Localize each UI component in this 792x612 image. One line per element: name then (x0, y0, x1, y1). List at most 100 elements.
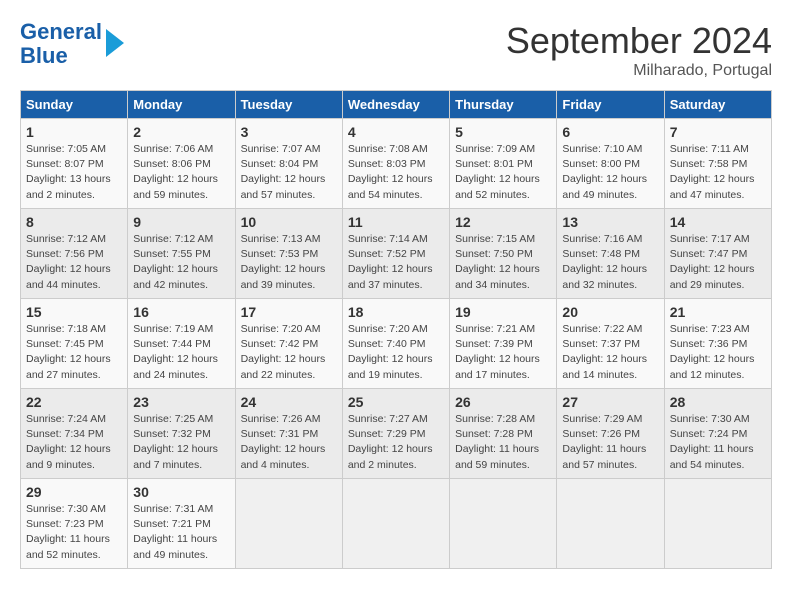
day-info: Sunrise: 7:12 AM Sunset: 7:55 PM Dayligh… (133, 232, 229, 293)
calendar-cell: 8 Sunrise: 7:12 AM Sunset: 7:56 PM Daylig… (21, 209, 128, 299)
day-number: 1 (26, 124, 122, 140)
page-title: September 2024 (506, 20, 772, 62)
calendar-body: 1 Sunrise: 7:05 AM Sunset: 8:07 PM Daylig… (21, 119, 772, 569)
calendar-header-row: SundayMondayTuesdayWednesdayThursdayFrid… (21, 91, 772, 119)
calendar-table: SundayMondayTuesdayWednesdayThursdayFrid… (20, 90, 772, 569)
day-number: 24 (241, 394, 337, 410)
calendar-cell (557, 479, 664, 569)
day-info: Sunrise: 7:30 AM Sunset: 7:24 PM Dayligh… (670, 412, 766, 473)
calendar-cell: 9 Sunrise: 7:12 AM Sunset: 7:55 PM Daylig… (128, 209, 235, 299)
calendar-header-cell: Saturday (664, 91, 771, 119)
day-info: Sunrise: 7:21 AM Sunset: 7:39 PM Dayligh… (455, 322, 551, 383)
calendar-cell: 15 Sunrise: 7:18 AM Sunset: 7:45 PM Dayli… (21, 299, 128, 389)
calendar-header-cell: Monday (128, 91, 235, 119)
day-number: 25 (348, 394, 444, 410)
day-info: Sunrise: 7:16 AM Sunset: 7:48 PM Dayligh… (562, 232, 658, 293)
day-number: 26 (455, 394, 551, 410)
day-info: Sunrise: 7:15 AM Sunset: 7:50 PM Dayligh… (455, 232, 551, 293)
page-header: GeneralBlue September 2024 Milharado, Po… (20, 20, 772, 80)
calendar-cell: 30 Sunrise: 7:31 AM Sunset: 7:21 PM Dayli… (128, 479, 235, 569)
day-number: 13 (562, 214, 658, 230)
day-number: 8 (26, 214, 122, 230)
day-number: 28 (670, 394, 766, 410)
day-number: 29 (26, 484, 122, 500)
day-number: 11 (348, 214, 444, 230)
title-block: September 2024 Milharado, Portugal (506, 20, 772, 80)
calendar-cell: 1 Sunrise: 7:05 AM Sunset: 8:07 PM Daylig… (21, 119, 128, 209)
day-info: Sunrise: 7:22 AM Sunset: 7:37 PM Dayligh… (562, 322, 658, 383)
calendar-cell: 2 Sunrise: 7:06 AM Sunset: 8:06 PM Daylig… (128, 119, 235, 209)
calendar-cell (664, 479, 771, 569)
day-number: 15 (26, 304, 122, 320)
day-number: 10 (241, 214, 337, 230)
day-number: 21 (670, 304, 766, 320)
day-info: Sunrise: 7:17 AM Sunset: 7:47 PM Dayligh… (670, 232, 766, 293)
calendar-cell: 22Sunrise: 7:24 AM Sunset: 7:34 PM Dayli… (21, 389, 128, 479)
logo-arrow-icon (106, 29, 124, 57)
calendar-cell: 7 Sunrise: 7:11 AM Sunset: 7:58 PM Daylig… (664, 119, 771, 209)
calendar-cell: 28 Sunrise: 7:30 AM Sunset: 7:24 PM Dayli… (664, 389, 771, 479)
calendar-cell: 18 Sunrise: 7:20 AM Sunset: 7:40 PM Dayli… (342, 299, 449, 389)
day-info: Sunrise: 7:07 AM Sunset: 8:04 PM Dayligh… (241, 142, 337, 203)
day-number: 9 (133, 214, 229, 230)
day-number: 12 (455, 214, 551, 230)
page-subtitle: Milharado, Portugal (506, 62, 772, 80)
day-info: Sunrise: 7:25 AM Sunset: 7:32 PM Dayligh… (133, 412, 229, 473)
calendar-cell: 3 Sunrise: 7:07 AM Sunset: 8:04 PM Daylig… (235, 119, 342, 209)
day-info: Sunrise: 7:20 AM Sunset: 7:40 PM Dayligh… (348, 322, 444, 383)
logo: GeneralBlue (20, 20, 124, 68)
day-info: Sunrise: 7:29 AM Sunset: 7:26 PM Dayligh… (562, 412, 658, 473)
calendar-cell: 14Sunrise: 7:17 AM Sunset: 7:47 PM Dayli… (664, 209, 771, 299)
calendar-header-cell: Sunday (21, 91, 128, 119)
day-number: 18 (348, 304, 444, 320)
calendar-cell: 4 Sunrise: 7:08 AM Sunset: 8:03 PM Daylig… (342, 119, 449, 209)
calendar-cell: 21 Sunrise: 7:23 AM Sunset: 7:36 PM Dayli… (664, 299, 771, 389)
calendar-header-cell: Tuesday (235, 91, 342, 119)
calendar-cell (235, 479, 342, 569)
day-info: Sunrise: 7:12 AM Sunset: 7:56 PM Dayligh… (26, 232, 122, 293)
day-info: Sunrise: 7:11 AM Sunset: 7:58 PM Dayligh… (670, 142, 766, 203)
day-number: 23 (133, 394, 229, 410)
day-number: 6 (562, 124, 658, 140)
calendar-cell: 19 Sunrise: 7:21 AM Sunset: 7:39 PM Dayli… (450, 299, 557, 389)
day-number: 7 (670, 124, 766, 140)
calendar-cell: 17Sunrise: 7:20 AM Sunset: 7:42 PM Dayli… (235, 299, 342, 389)
calendar-cell: 5 Sunrise: 7:09 AM Sunset: 8:01 PM Daylig… (450, 119, 557, 209)
day-info: Sunrise: 7:31 AM Sunset: 7:21 PM Dayligh… (133, 502, 229, 563)
calendar-header-cell: Thursday (450, 91, 557, 119)
day-info: Sunrise: 7:27 AM Sunset: 7:29 PM Dayligh… (348, 412, 444, 473)
day-info: Sunrise: 7:26 AM Sunset: 7:31 PM Dayligh… (241, 412, 337, 473)
calendar-week-row: 22Sunrise: 7:24 AM Sunset: 7:34 PM Dayli… (21, 389, 772, 479)
day-number: 4 (348, 124, 444, 140)
calendar-cell: 12 Sunrise: 7:15 AM Sunset: 7:50 PM Dayli… (450, 209, 557, 299)
calendar-cell: 10 Sunrise: 7:13 AM Sunset: 7:53 PM Dayli… (235, 209, 342, 299)
calendar-week-row: 29Sunrise: 7:30 AM Sunset: 7:23 PM Dayli… (21, 479, 772, 569)
calendar-cell: 20 Sunrise: 7:22 AM Sunset: 7:37 PM Dayli… (557, 299, 664, 389)
calendar-cell: 26 Sunrise: 7:28 AM Sunset: 7:28 PM Dayli… (450, 389, 557, 479)
day-info: Sunrise: 7:19 AM Sunset: 7:44 PM Dayligh… (133, 322, 229, 383)
day-info: Sunrise: 7:13 AM Sunset: 7:53 PM Dayligh… (241, 232, 337, 293)
calendar-cell: 27Sunrise: 7:29 AM Sunset: 7:26 PM Dayli… (557, 389, 664, 479)
day-number: 17 (241, 304, 337, 320)
day-number: 5 (455, 124, 551, 140)
day-number: 30 (133, 484, 229, 500)
day-info: Sunrise: 7:05 AM Sunset: 8:07 PM Dayligh… (26, 142, 122, 203)
day-info: Sunrise: 7:06 AM Sunset: 8:06 PM Dayligh… (133, 142, 229, 203)
calendar-cell: 24 Sunrise: 7:26 AM Sunset: 7:31 PM Dayli… (235, 389, 342, 479)
day-info: Sunrise: 7:10 AM Sunset: 8:00 PM Dayligh… (562, 142, 658, 203)
day-info: Sunrise: 7:18 AM Sunset: 7:45 PM Dayligh… (26, 322, 122, 383)
calendar-cell: 6 Sunrise: 7:10 AM Sunset: 8:00 PM Daylig… (557, 119, 664, 209)
day-number: 3 (241, 124, 337, 140)
day-info: Sunrise: 7:23 AM Sunset: 7:36 PM Dayligh… (670, 322, 766, 383)
calendar-week-row: 1 Sunrise: 7:05 AM Sunset: 8:07 PM Daylig… (21, 119, 772, 209)
day-number: 19 (455, 304, 551, 320)
day-number: 20 (562, 304, 658, 320)
day-info: Sunrise: 7:28 AM Sunset: 7:28 PM Dayligh… (455, 412, 551, 473)
calendar-cell (342, 479, 449, 569)
day-info: Sunrise: 7:24 AM Sunset: 7:34 PM Dayligh… (26, 412, 122, 473)
day-info: Sunrise: 7:08 AM Sunset: 8:03 PM Dayligh… (348, 142, 444, 203)
calendar-header-cell: Wednesday (342, 91, 449, 119)
day-info: Sunrise: 7:09 AM Sunset: 8:01 PM Dayligh… (455, 142, 551, 203)
calendar-cell: 25 Sunrise: 7:27 AM Sunset: 7:29 PM Dayli… (342, 389, 449, 479)
day-number: 2 (133, 124, 229, 140)
